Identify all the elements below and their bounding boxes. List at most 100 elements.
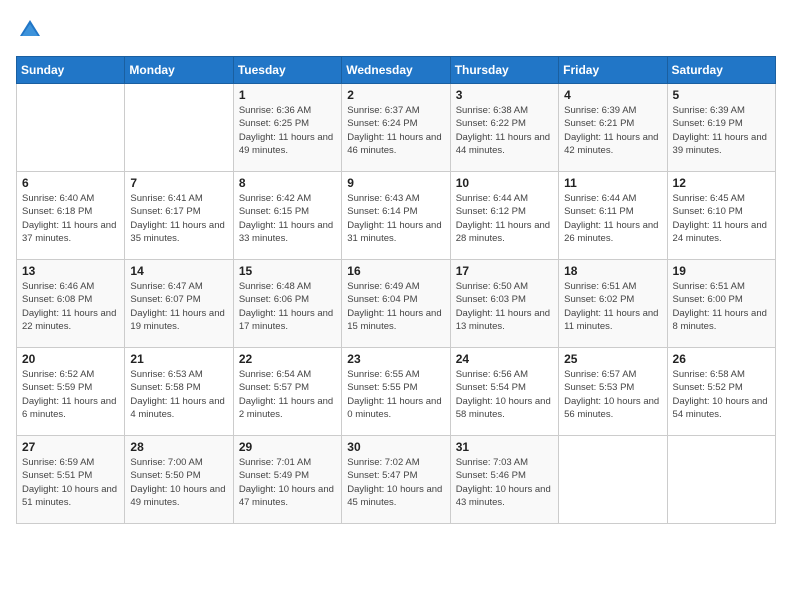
day-number: 23 — [347, 352, 444, 366]
day-info: Sunrise: 6:52 AM Sunset: 5:59 PM Dayligh… — [22, 368, 119, 421]
day-info: Sunrise: 6:36 AM Sunset: 6:25 PM Dayligh… — [239, 104, 336, 157]
header-cell-wednesday: Wednesday — [342, 57, 450, 84]
day-cell — [559, 436, 667, 524]
day-number: 14 — [130, 264, 227, 278]
day-number: 21 — [130, 352, 227, 366]
day-info: Sunrise: 7:01 AM Sunset: 5:49 PM Dayligh… — [239, 456, 336, 509]
day-number: 15 — [239, 264, 336, 278]
header-cell-friday: Friday — [559, 57, 667, 84]
day-number: 22 — [239, 352, 336, 366]
day-number: 20 — [22, 352, 119, 366]
day-info: Sunrise: 6:54 AM Sunset: 5:57 PM Dayligh… — [239, 368, 336, 421]
day-info: Sunrise: 6:59 AM Sunset: 5:51 PM Dayligh… — [22, 456, 119, 509]
day-info: Sunrise: 6:43 AM Sunset: 6:14 PM Dayligh… — [347, 192, 444, 245]
day-cell: 10 Sunrise: 6:44 AM Sunset: 6:12 PM Dayli… — [450, 172, 558, 260]
day-cell: 28 Sunrise: 7:00 AM Sunset: 5:50 PM Dayli… — [125, 436, 233, 524]
day-cell: 25 Sunrise: 6:57 AM Sunset: 5:53 PM Dayli… — [559, 348, 667, 436]
calendar-body: 1 Sunrise: 6:36 AM Sunset: 6:25 PM Daylig… — [17, 84, 776, 524]
day-cell: 5 Sunrise: 6:39 AM Sunset: 6:19 PM Daylig… — [667, 84, 775, 172]
day-cell: 23 Sunrise: 6:55 AM Sunset: 5:55 PM Dayli… — [342, 348, 450, 436]
day-cell: 15 Sunrise: 6:48 AM Sunset: 6:06 PM Dayli… — [233, 260, 341, 348]
day-number: 11 — [564, 176, 661, 190]
week-row-5: 27Sunrise: 6:59 AM Sunset: 5:51 PM Dayli… — [17, 436, 776, 524]
day-number: 10 — [456, 176, 553, 190]
day-number: 9 — [347, 176, 444, 190]
day-number: 18 — [564, 264, 661, 278]
day-cell: 7Sunrise: 6:41 AM Sunset: 6:17 PM Daylig… — [125, 172, 233, 260]
day-info: Sunrise: 6:51 AM Sunset: 6:00 PM Dayligh… — [673, 280, 770, 333]
day-info: Sunrise: 6:48 AM Sunset: 6:06 PM Dayligh… — [239, 280, 336, 333]
day-info: Sunrise: 6:49 AM Sunset: 6:04 PM Dayligh… — [347, 280, 444, 333]
day-number: 16 — [347, 264, 444, 278]
day-number: 25 — [564, 352, 661, 366]
day-number: 3 — [456, 88, 553, 102]
day-info: Sunrise: 6:44 AM Sunset: 6:12 PM Dayligh… — [456, 192, 553, 245]
day-number: 2 — [347, 88, 444, 102]
day-number: 4 — [564, 88, 661, 102]
day-info: Sunrise: 6:42 AM Sunset: 6:15 PM Dayligh… — [239, 192, 336, 245]
day-cell — [667, 436, 775, 524]
day-number: 29 — [239, 440, 336, 454]
day-cell: 2 Sunrise: 6:37 AM Sunset: 6:24 PM Daylig… — [342, 84, 450, 172]
header-cell-thursday: Thursday — [450, 57, 558, 84]
day-info: Sunrise: 6:56 AM Sunset: 5:54 PM Dayligh… — [456, 368, 553, 421]
day-cell: 13Sunrise: 6:46 AM Sunset: 6:08 PM Dayli… — [17, 260, 125, 348]
day-cell: 1 Sunrise: 6:36 AM Sunset: 6:25 PM Daylig… — [233, 84, 341, 172]
header-cell-tuesday: Tuesday — [233, 57, 341, 84]
week-row-3: 13Sunrise: 6:46 AM Sunset: 6:08 PM Dayli… — [17, 260, 776, 348]
day-info: Sunrise: 6:45 AM Sunset: 6:10 PM Dayligh… — [673, 192, 770, 245]
day-cell: 19 Sunrise: 6:51 AM Sunset: 6:00 PM Dayli… — [667, 260, 775, 348]
logo — [16, 16, 48, 44]
calendar-header: SundayMondayTuesdayWednesdayThursdayFrid… — [17, 57, 776, 84]
day-cell: 9 Sunrise: 6:43 AM Sunset: 6:14 PM Daylig… — [342, 172, 450, 260]
day-info: Sunrise: 6:58 AM Sunset: 5:52 PM Dayligh… — [673, 368, 770, 421]
day-cell: 24 Sunrise: 6:56 AM Sunset: 5:54 PM Dayli… — [450, 348, 558, 436]
week-row-2: 6Sunrise: 6:40 AM Sunset: 6:18 PM Daylig… — [17, 172, 776, 260]
day-number: 5 — [673, 88, 770, 102]
day-info: Sunrise: 6:40 AM Sunset: 6:18 PM Dayligh… — [22, 192, 119, 245]
day-number: 17 — [456, 264, 553, 278]
day-number: 30 — [347, 440, 444, 454]
day-info: Sunrise: 6:51 AM Sunset: 6:02 PM Dayligh… — [564, 280, 661, 333]
day-cell: 29 Sunrise: 7:01 AM Sunset: 5:49 PM Dayli… — [233, 436, 341, 524]
header-row: SundayMondayTuesdayWednesdayThursdayFrid… — [17, 57, 776, 84]
day-cell: 27Sunrise: 6:59 AM Sunset: 5:51 PM Dayli… — [17, 436, 125, 524]
day-number: 1 — [239, 88, 336, 102]
day-number: 28 — [130, 440, 227, 454]
day-info: Sunrise: 6:50 AM Sunset: 6:03 PM Dayligh… — [456, 280, 553, 333]
day-cell: 6Sunrise: 6:40 AM Sunset: 6:18 PM Daylig… — [17, 172, 125, 260]
header-cell-monday: Monday — [125, 57, 233, 84]
day-info: Sunrise: 6:55 AM Sunset: 5:55 PM Dayligh… — [347, 368, 444, 421]
day-info: Sunrise: 6:37 AM Sunset: 6:24 PM Dayligh… — [347, 104, 444, 157]
day-number: 19 — [673, 264, 770, 278]
day-number: 8 — [239, 176, 336, 190]
day-cell: 21 Sunrise: 6:53 AM Sunset: 5:58 PM Dayli… — [125, 348, 233, 436]
calendar-table: SundayMondayTuesdayWednesdayThursdayFrid… — [16, 56, 776, 524]
day-cell: 26 Sunrise: 6:58 AM Sunset: 5:52 PM Dayli… — [667, 348, 775, 436]
week-row-4: 20 Sunrise: 6:52 AM Sunset: 5:59 PM Dayli… — [17, 348, 776, 436]
day-cell: 22 Sunrise: 6:54 AM Sunset: 5:57 PM Dayli… — [233, 348, 341, 436]
day-cell: 11Sunrise: 6:44 AM Sunset: 6:11 PM Dayli… — [559, 172, 667, 260]
day-number: 24 — [456, 352, 553, 366]
day-info: Sunrise: 6:39 AM Sunset: 6:21 PM Dayligh… — [564, 104, 661, 157]
day-number: 26 — [673, 352, 770, 366]
day-cell — [17, 84, 125, 172]
day-info: Sunrise: 7:03 AM Sunset: 5:46 PM Dayligh… — [456, 456, 553, 509]
day-info: Sunrise: 6:53 AM Sunset: 5:58 PM Dayligh… — [130, 368, 227, 421]
logo-icon — [16, 16, 44, 44]
day-number: 12 — [673, 176, 770, 190]
day-info: Sunrise: 6:57 AM Sunset: 5:53 PM Dayligh… — [564, 368, 661, 421]
day-number: 7 — [130, 176, 227, 190]
day-info: Sunrise: 6:38 AM Sunset: 6:22 PM Dayligh… — [456, 104, 553, 157]
day-info: Sunrise: 7:00 AM Sunset: 5:50 PM Dayligh… — [130, 456, 227, 509]
day-cell: 18 Sunrise: 6:51 AM Sunset: 6:02 PM Dayli… — [559, 260, 667, 348]
day-cell: 20 Sunrise: 6:52 AM Sunset: 5:59 PM Dayli… — [17, 348, 125, 436]
day-cell — [125, 84, 233, 172]
header-cell-sunday: Sunday — [17, 57, 125, 84]
day-cell: 30Sunrise: 7:02 AM Sunset: 5:47 PM Dayli… — [342, 436, 450, 524]
day-info: Sunrise: 6:47 AM Sunset: 6:07 PM Dayligh… — [130, 280, 227, 333]
day-number: 13 — [22, 264, 119, 278]
header-cell-saturday: Saturday — [667, 57, 775, 84]
day-cell: 4 Sunrise: 6:39 AM Sunset: 6:21 PM Daylig… — [559, 84, 667, 172]
day-info: Sunrise: 6:39 AM Sunset: 6:19 PM Dayligh… — [673, 104, 770, 157]
